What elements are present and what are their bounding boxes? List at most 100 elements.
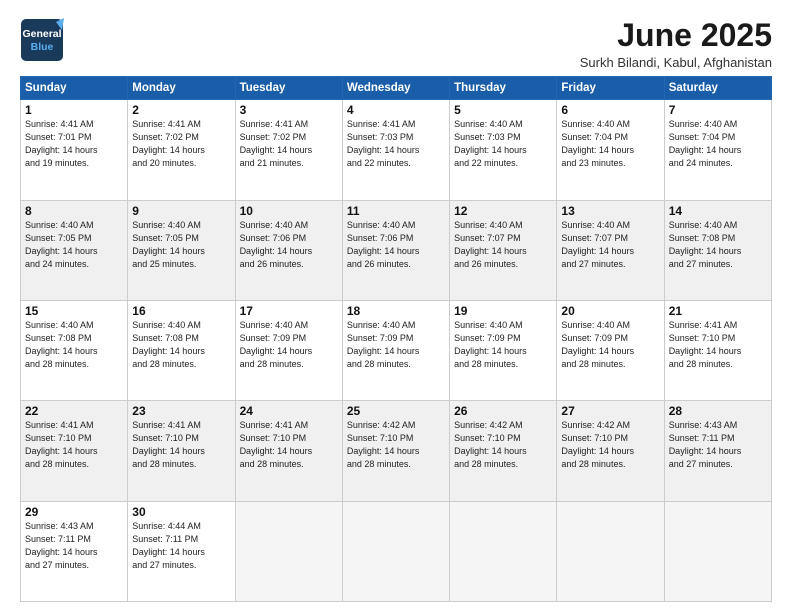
table-row: 15Sunrise: 4:40 AMSunset: 7:08 PMDayligh… [21,300,128,400]
col-thursday: Thursday [450,77,557,100]
day-info: Sunrise: 4:41 AMSunset: 7:03 PMDaylight:… [347,118,445,170]
table-row: 2Sunrise: 4:41 AMSunset: 7:02 PMDaylight… [128,100,235,200]
col-friday: Friday [557,77,664,100]
day-number: 15 [25,304,123,318]
day-number: 8 [25,204,123,218]
day-info: Sunrise: 4:40 AMSunset: 7:07 PMDaylight:… [454,219,552,271]
table-row: 7Sunrise: 4:40 AMSunset: 7:04 PMDaylight… [664,100,771,200]
table-row: 24Sunrise: 4:41 AMSunset: 7:10 PMDayligh… [235,401,342,501]
table-row: 28Sunrise: 4:43 AMSunset: 7:11 PMDayligh… [664,401,771,501]
day-info: Sunrise: 4:41 AMSunset: 7:10 PMDaylight:… [25,419,123,471]
day-number: 6 [561,103,659,117]
table-row: 4Sunrise: 4:41 AMSunset: 7:03 PMDaylight… [342,100,449,200]
table-row [342,501,449,601]
day-info: Sunrise: 4:40 AMSunset: 7:09 PMDaylight:… [347,319,445,371]
day-number: 4 [347,103,445,117]
day-info: Sunrise: 4:40 AMSunset: 7:08 PMDaylight:… [132,319,230,371]
day-info: Sunrise: 4:40 AMSunset: 7:03 PMDaylight:… [454,118,552,170]
table-row: 26Sunrise: 4:42 AMSunset: 7:10 PMDayligh… [450,401,557,501]
table-row [450,501,557,601]
day-info: Sunrise: 4:41 AMSunset: 7:02 PMDaylight:… [240,118,338,170]
day-number: 11 [347,204,445,218]
table-row: 19Sunrise: 4:40 AMSunset: 7:09 PMDayligh… [450,300,557,400]
day-number: 12 [454,204,552,218]
title-block: June 2025 Surkh Bilandi, Kabul, Afghanis… [580,18,772,70]
table-row: 9Sunrise: 4:40 AMSunset: 7:05 PMDaylight… [128,200,235,300]
day-info: Sunrise: 4:41 AMSunset: 7:02 PMDaylight:… [132,118,230,170]
day-info: Sunrise: 4:42 AMSunset: 7:10 PMDaylight:… [561,419,659,471]
svg-text:Blue: Blue [31,41,54,53]
table-row: 21Sunrise: 4:41 AMSunset: 7:10 PMDayligh… [664,300,771,400]
day-info: Sunrise: 4:40 AMSunset: 7:09 PMDaylight:… [240,319,338,371]
day-number: 3 [240,103,338,117]
day-info: Sunrise: 4:41 AMSunset: 7:10 PMDaylight:… [669,319,767,371]
day-info: Sunrise: 4:40 AMSunset: 7:07 PMDaylight:… [561,219,659,271]
location-subtitle: Surkh Bilandi, Kabul, Afghanistan [580,55,772,70]
day-info: Sunrise: 4:42 AMSunset: 7:10 PMDaylight:… [347,419,445,471]
day-number: 22 [25,404,123,418]
day-number: 25 [347,404,445,418]
day-number: 9 [132,204,230,218]
day-info: Sunrise: 4:40 AMSunset: 7:05 PMDaylight:… [25,219,123,271]
day-info: Sunrise: 4:40 AMSunset: 7:09 PMDaylight:… [454,319,552,371]
day-number: 10 [240,204,338,218]
day-number: 14 [669,204,767,218]
day-number: 29 [25,505,123,519]
day-info: Sunrise: 4:43 AMSunset: 7:11 PMDaylight:… [669,419,767,471]
day-number: 28 [669,404,767,418]
table-row: 29Sunrise: 4:43 AMSunset: 7:11 PMDayligh… [21,501,128,601]
calendar-table: Sunday Monday Tuesday Wednesday Thursday… [20,76,772,602]
table-row: 11Sunrise: 4:40 AMSunset: 7:06 PMDayligh… [342,200,449,300]
table-row: 16Sunrise: 4:40 AMSunset: 7:08 PMDayligh… [128,300,235,400]
table-row: 10Sunrise: 4:40 AMSunset: 7:06 PMDayligh… [235,200,342,300]
table-row [664,501,771,601]
table-row: 14Sunrise: 4:40 AMSunset: 7:08 PMDayligh… [664,200,771,300]
day-info: Sunrise: 4:42 AMSunset: 7:10 PMDaylight:… [454,419,552,471]
table-row: 25Sunrise: 4:42 AMSunset: 7:10 PMDayligh… [342,401,449,501]
day-info: Sunrise: 4:40 AMSunset: 7:06 PMDaylight:… [240,219,338,271]
col-saturday: Saturday [664,77,771,100]
day-number: 16 [132,304,230,318]
calendar-header-row: Sunday Monday Tuesday Wednesday Thursday… [21,77,772,100]
day-info: Sunrise: 4:40 AMSunset: 7:04 PMDaylight:… [669,118,767,170]
table-row: 12Sunrise: 4:40 AMSunset: 7:07 PMDayligh… [450,200,557,300]
day-info: Sunrise: 4:40 AMSunset: 7:05 PMDaylight:… [132,219,230,271]
day-info: Sunrise: 4:40 AMSunset: 7:04 PMDaylight:… [561,118,659,170]
day-info: Sunrise: 4:41 AMSunset: 7:01 PMDaylight:… [25,118,123,170]
day-info: Sunrise: 4:41 AMSunset: 7:10 PMDaylight:… [240,419,338,471]
day-info: Sunrise: 4:41 AMSunset: 7:10 PMDaylight:… [132,419,230,471]
page: General Blue June 2025 Surkh Bilandi, Ka… [0,0,792,612]
table-row: 3Sunrise: 4:41 AMSunset: 7:02 PMDaylight… [235,100,342,200]
day-info: Sunrise: 4:44 AMSunset: 7:11 PMDaylight:… [132,520,230,572]
table-row: 13Sunrise: 4:40 AMSunset: 7:07 PMDayligh… [557,200,664,300]
day-info: Sunrise: 4:40 AMSunset: 7:08 PMDaylight:… [25,319,123,371]
table-row: 23Sunrise: 4:41 AMSunset: 7:10 PMDayligh… [128,401,235,501]
col-wednesday: Wednesday [342,77,449,100]
table-row: 6Sunrise: 4:40 AMSunset: 7:04 PMDaylight… [557,100,664,200]
day-number: 30 [132,505,230,519]
header: General Blue June 2025 Surkh Bilandi, Ka… [20,18,772,70]
day-number: 26 [454,404,552,418]
day-number: 19 [454,304,552,318]
day-number: 13 [561,204,659,218]
day-number: 1 [25,103,123,117]
day-number: 2 [132,103,230,117]
table-row: 20Sunrise: 4:40 AMSunset: 7:09 PMDayligh… [557,300,664,400]
col-tuesday: Tuesday [235,77,342,100]
day-number: 5 [454,103,552,117]
table-row: 30Sunrise: 4:44 AMSunset: 7:11 PMDayligh… [128,501,235,601]
day-number: 23 [132,404,230,418]
day-number: 7 [669,103,767,117]
day-number: 20 [561,304,659,318]
table-row: 18Sunrise: 4:40 AMSunset: 7:09 PMDayligh… [342,300,449,400]
table-row: 27Sunrise: 4:42 AMSunset: 7:10 PMDayligh… [557,401,664,501]
day-number: 18 [347,304,445,318]
day-number: 24 [240,404,338,418]
table-row: 8Sunrise: 4:40 AMSunset: 7:05 PMDaylight… [21,200,128,300]
month-title: June 2025 [580,18,772,53]
logo: General Blue [20,18,64,62]
day-number: 17 [240,304,338,318]
col-sunday: Sunday [21,77,128,100]
col-monday: Monday [128,77,235,100]
table-row: 22Sunrise: 4:41 AMSunset: 7:10 PMDayligh… [21,401,128,501]
